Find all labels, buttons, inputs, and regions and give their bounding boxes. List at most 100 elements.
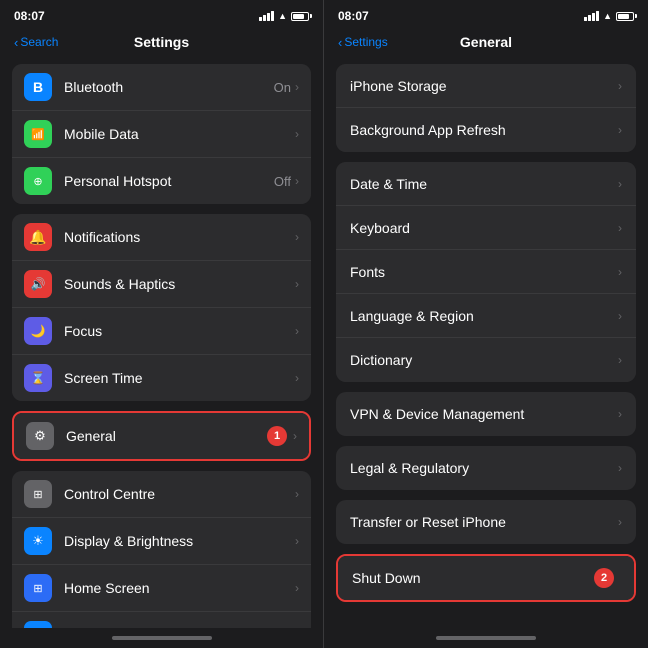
right-back-label: Settings (344, 35, 387, 49)
language-region-label: Language & Region (350, 308, 618, 324)
shutdown-group: Shut Down 2 (336, 554, 636, 602)
personal-hotspot-value: Off (274, 174, 291, 189)
screen-time-label: Screen Time (64, 370, 295, 386)
transfer-group: Transfer or Reset iPhone › (336, 500, 636, 544)
bluetooth-value: On (274, 80, 291, 95)
signal-icon (259, 11, 274, 21)
left-time: 08:07 (14, 9, 45, 23)
keyboard-row[interactable]: Keyboard › (336, 206, 636, 250)
bluetooth-chevron: › (295, 80, 299, 94)
right-status-icons: ▲ (584, 11, 634, 21)
datetime-group: Date & Time › Keyboard › Fonts › Languag… (336, 162, 636, 382)
sounds-icon: 🔊 (24, 270, 52, 298)
shutdown-badge: 2 (594, 568, 614, 588)
shutdown-label: Shut Down (352, 570, 594, 586)
transfer-reset-row[interactable]: Transfer or Reset iPhone › (336, 500, 636, 544)
accessibility-icon: ♿ (24, 621, 52, 628)
screen-time-icon: ⌛ (24, 364, 52, 392)
keyboard-chevron: › (618, 221, 622, 235)
sounds-haptics-row[interactable]: 🔊 Sounds & Haptics › (12, 261, 311, 308)
sounds-haptics-label: Sounds & Haptics (64, 276, 295, 292)
left-scroll-content: B Bluetooth On › 📶 Mobile Data › ⊕ Perso… (0, 58, 323, 628)
language-region-row[interactable]: Language & Region › (336, 294, 636, 338)
left-page-title: Settings (134, 34, 189, 50)
bluetooth-row[interactable]: B Bluetooth On › (12, 64, 311, 111)
accessibility-row[interactable]: ♿ Accessibility › (12, 612, 311, 628)
general-badge: 1 (267, 426, 287, 446)
focus-icon: 🌙 (24, 317, 52, 345)
vpn-device-management-label: VPN & Device Management (350, 406, 618, 422)
screen-time-row[interactable]: ⌛ Screen Time › (12, 355, 311, 401)
right-signal-icon (584, 11, 599, 21)
left-home-indicator (0, 628, 323, 648)
right-back-chevron-icon: ‹ (338, 35, 342, 50)
vpn-device-management-row[interactable]: VPN & Device Management › (336, 392, 636, 436)
right-home-indicator (324, 628, 648, 648)
background-app-refresh-chevron: › (618, 123, 622, 137)
mobile-data-label: Mobile Data (64, 126, 295, 142)
control-centre-label: Control Centre (64, 486, 295, 502)
general-label: General (66, 428, 267, 444)
general-chevron: › (293, 429, 297, 443)
control-centre-icon: ⊞ (24, 480, 52, 508)
right-nav-bar: ‹ Settings General (324, 28, 648, 58)
fonts-row[interactable]: Fonts › (336, 250, 636, 294)
iphone-storage-chevron: › (618, 79, 622, 93)
shutdown-row[interactable]: Shut Down 2 (338, 556, 634, 600)
transfer-reset-label: Transfer or Reset iPhone (350, 514, 618, 530)
legal-regulatory-chevron: › (618, 461, 622, 475)
connectivity-group: B Bluetooth On › 📶 Mobile Data › ⊕ Perso… (12, 64, 311, 204)
focus-chevron: › (295, 324, 299, 338)
focus-label: Focus (64, 323, 295, 339)
background-app-refresh-row[interactable]: Background App Refresh › (336, 108, 636, 152)
notifications-group: 🔔 Notifications › 🔊 Sounds & Haptics › 🌙… (12, 214, 311, 401)
date-time-label: Date & Time (350, 176, 618, 192)
personal-hotspot-row[interactable]: ⊕ Personal Hotspot Off › (12, 158, 311, 204)
display-group: ⊞ Control Centre › ☀ Display & Brightnes… (12, 471, 311, 628)
mobile-data-chevron: › (295, 127, 299, 141)
display-brightness-row[interactable]: ☀ Display & Brightness › (12, 518, 311, 565)
iphone-storage-label: iPhone Storage (350, 78, 618, 94)
mobile-data-icon: 📶 (24, 120, 52, 148)
personal-hotspot-icon: ⊕ (24, 167, 52, 195)
battery-icon (291, 12, 309, 21)
date-time-row[interactable]: Date & Time › (336, 162, 636, 206)
home-screen-chevron: › (295, 581, 299, 595)
control-centre-chevron: › (295, 487, 299, 501)
general-row[interactable]: ⚙ General 1 › (14, 413, 309, 459)
vpn-group: VPN & Device Management › (336, 392, 636, 436)
control-centre-row[interactable]: ⊞ Control Centre › (12, 471, 311, 518)
back-chevron-icon: ‹ (14, 35, 18, 50)
right-back-button[interactable]: ‹ Settings (338, 35, 388, 50)
bluetooth-icon: B (24, 73, 52, 101)
left-back-label: Search (20, 35, 58, 49)
personal-hotspot-chevron: › (295, 174, 299, 188)
legal-regulatory-row[interactable]: Legal & Regulatory › (336, 446, 636, 490)
transfer-reset-chevron: › (618, 515, 622, 529)
personal-hotspot-label: Personal Hotspot (64, 173, 274, 189)
right-status-bar: 08:07 ▲ (324, 0, 648, 28)
legal-group: Legal & Regulatory › (336, 446, 636, 490)
left-nav-bar: ‹ Search Settings (0, 28, 323, 58)
notifications-row[interactable]: 🔔 Notifications › (12, 214, 311, 261)
iphone-storage-row[interactable]: iPhone Storage › (336, 64, 636, 108)
general-highlighted-group: ⚙ General 1 › (12, 411, 311, 461)
right-panel: 08:07 ▲ ‹ Settings General iPhone Stora (324, 0, 648, 648)
language-region-chevron: › (618, 309, 622, 323)
fonts-chevron: › (618, 265, 622, 279)
right-battery-icon (616, 12, 634, 21)
display-brightness-label: Display & Brightness (64, 533, 295, 549)
left-back-button[interactable]: ‹ Search (14, 35, 58, 50)
bluetooth-label: Bluetooth (64, 79, 274, 95)
display-brightness-chevron: › (295, 534, 299, 548)
dictionary-row[interactable]: Dictionary › (336, 338, 636, 382)
general-icon: ⚙ (26, 422, 54, 450)
dictionary-chevron: › (618, 353, 622, 367)
date-time-chevron: › (618, 177, 622, 191)
home-screen-row[interactable]: ⊞ Home Screen › (12, 565, 311, 612)
right-time: 08:07 (338, 9, 369, 23)
home-screen-icon: ⊞ (24, 574, 52, 602)
focus-row[interactable]: 🌙 Focus › (12, 308, 311, 355)
mobile-data-row[interactable]: 📶 Mobile Data › (12, 111, 311, 158)
right-page-title: General (460, 34, 512, 50)
